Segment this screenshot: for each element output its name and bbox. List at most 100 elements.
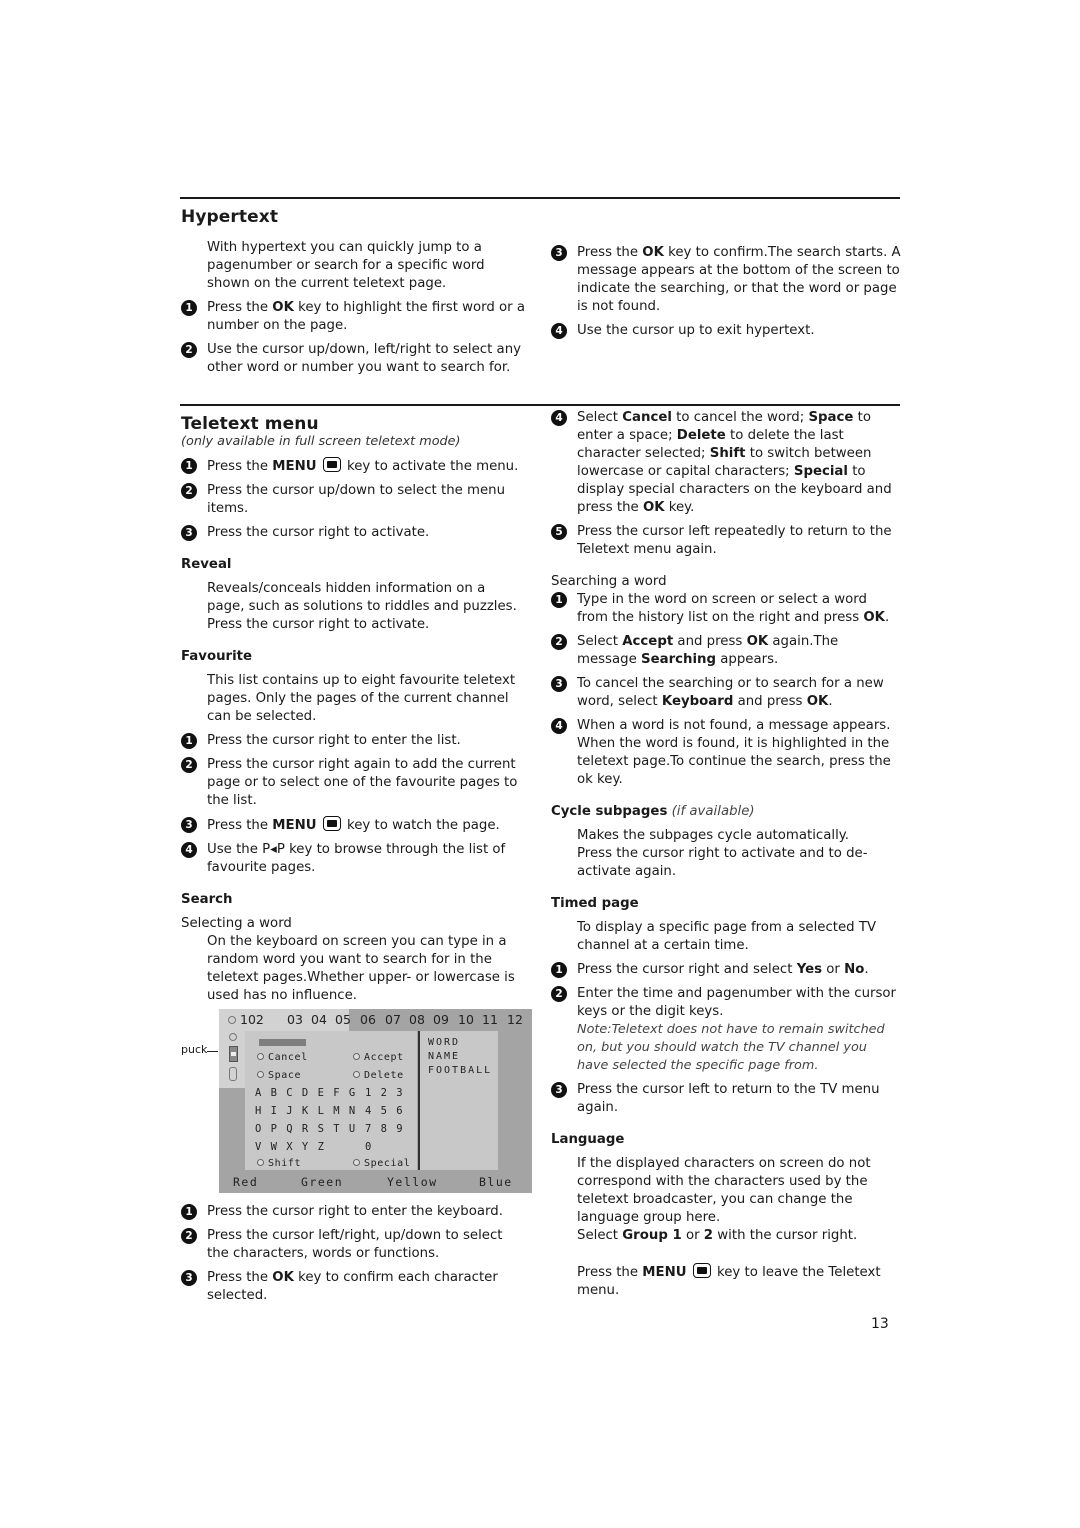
step-item: 2 Select Accept and press OK again.The m… (551, 633, 901, 669)
step-item: 2 Press the cursor right again to add th… (181, 756, 526, 810)
keyboard-row[interactable]: V W X Y Z (255, 1141, 325, 1153)
history-item[interactable]: WORD (428, 1037, 460, 1048)
search-intro: On the keyboard on screen you can type i… (207, 934, 515, 1003)
delete-key[interactable]: Delete (353, 1070, 404, 1081)
manual-page: Hypertext With hypertext you can quickly… (0, 0, 1080, 1528)
menu-key-icon (692, 1263, 711, 1278)
reveal-text-2: Press the cursor right to activate. (207, 617, 430, 632)
step-number-icon: 1 (181, 733, 197, 749)
language-text: If the displayed characters on screen do… (577, 1156, 871, 1225)
radio-icon (257, 1053, 264, 1060)
timed-intro: To display a specific page from a select… (577, 920, 877, 953)
side-icons (229, 1033, 238, 1081)
keyboard-row-digits[interactable]: 0 (365, 1141, 373, 1153)
page-number: 10 (458, 1012, 474, 1027)
step-number-icon: 2 (181, 483, 197, 499)
menu-key-icon (322, 816, 341, 831)
step-number-icon: 1 (181, 300, 197, 316)
space-key[interactable]: Space (257, 1070, 301, 1081)
step-item: 4 Use the cursor up to exit hypertext. (551, 322, 901, 340)
page-bullet-icon (228, 1016, 236, 1024)
page-number: 03 (287, 1012, 303, 1027)
teletext-left-column: (only available in full screen teletext … (181, 433, 526, 1005)
hypertext-intro: With hypertext you can quickly jump to a… (207, 240, 485, 291)
step-number-icon: 3 (181, 525, 197, 541)
radio-icon (353, 1071, 360, 1078)
timed-note: Note:Teletext does not have to remain sw… (577, 1022, 885, 1073)
step-number-icon: 2 (551, 986, 567, 1002)
step-item: 4 When a word is not found, a message ap… (551, 717, 901, 789)
shift-key[interactable]: Shift (257, 1158, 301, 1169)
step-number-icon: 2 (551, 634, 567, 650)
history-list: WORD NAME FOOTBALL (418, 1031, 498, 1170)
puck-label: puck (181, 1043, 208, 1056)
subsection-title-search: Search (181, 892, 233, 907)
step-item: 1 Press the OK key to highlight the firs… (181, 299, 526, 335)
step-item: 3 Press the cursor left to return to the… (551, 1081, 901, 1117)
radio-icon (257, 1159, 264, 1166)
pip-key-icon: P◂P (262, 842, 285, 857)
step-item: 2 Press the cursor up/down to select the… (181, 482, 526, 518)
step-number-icon: 1 (551, 592, 567, 608)
blue-key[interactable]: Blue (479, 1175, 513, 1189)
step-number-icon: 2 (181, 757, 197, 773)
step-item: 1 Press the cursor right to enter the li… (181, 732, 526, 750)
keyboard-row[interactable]: H I J K L M N (255, 1105, 357, 1117)
subsection-title-cycle-subpages: Cycle subpages (if available) (551, 804, 755, 819)
bullet-icon (229, 1033, 237, 1041)
keyboard-row-digits[interactable]: 4 5 6 (365, 1105, 404, 1117)
teletext-subtitle: (only available in full screen teletext … (181, 434, 461, 449)
cycle-text-2: Press the cursor right to activate and t… (577, 846, 868, 879)
step-item: 2 Use the cursor up/down, left/right to … (181, 341, 526, 377)
page-number: 05 (335, 1012, 351, 1027)
keyboard-row-digits[interactable]: 7 8 9 (365, 1123, 404, 1135)
link-icon (229, 1067, 237, 1081)
step-item: 5 Press the cursor left repeatedly to re… (551, 523, 901, 559)
page-number: 06 (360, 1012, 376, 1027)
step-number-icon: 3 (181, 1270, 197, 1286)
page-number: 07 (385, 1012, 401, 1027)
radio-icon (353, 1053, 360, 1060)
step-number-icon: 3 (181, 817, 197, 833)
section-rule (180, 404, 900, 406)
step-number-icon: 4 (551, 410, 567, 426)
page-number-bar: 102 03 04 05 06 07 08 09 10 11 12 (219, 1012, 532, 1030)
accept-key[interactable]: Accept (353, 1052, 404, 1063)
step-item: 2 Enter the time and pagenumber with the… (551, 985, 901, 1021)
section-rule (180, 197, 900, 199)
history-item[interactable]: NAME (428, 1051, 460, 1062)
puck-icon[interactable] (229, 1046, 238, 1062)
page-number: 102 (240, 1012, 264, 1027)
page-number: 11 (482, 1012, 498, 1027)
step-number-icon: 3 (551, 245, 567, 261)
subsection-title-reveal: Reveal (181, 557, 232, 572)
keyboard-row[interactable]: A B C D E F G (255, 1087, 357, 1099)
step-number-icon: 2 (181, 342, 197, 358)
green-key[interactable]: Green (301, 1175, 343, 1189)
word-input-field[interactable] (259, 1039, 306, 1046)
yellow-key[interactable]: Yellow (387, 1175, 438, 1189)
history-item[interactable]: FOOTBALL (428, 1065, 492, 1076)
step-item: 4 Select Cancel to cancel the word; Spac… (551, 409, 901, 517)
special-key[interactable]: Special (353, 1158, 410, 1169)
step-number-icon: 4 (551, 323, 567, 339)
step-item: 3 Press the OK key to confirm.The search… (551, 244, 901, 316)
keyboard-row[interactable]: O P Q R S T U (255, 1123, 357, 1135)
page-number: 12 (507, 1012, 523, 1027)
step-number-icon: 5 (551, 524, 567, 540)
step-item: 4 Use the P◂P key to browse through the … (181, 841, 526, 877)
searching-word-label: Searching a word (551, 574, 667, 589)
cancel-key[interactable]: Cancel (257, 1052, 308, 1063)
step-number-icon: 3 (551, 1082, 567, 1098)
step-item: 3 To cancel the searching or to search f… (551, 675, 901, 711)
hypertext-right-column: 3 Press the OK key to confirm.The search… (551, 244, 901, 340)
step-item: 3 Press the OK key to confirm each chara… (181, 1269, 526, 1305)
reveal-text: Reveals/conceals hidden information on a… (207, 581, 517, 614)
radio-icon (353, 1159, 360, 1166)
red-key[interactable]: Red (233, 1175, 258, 1189)
language-select: Select Group 1 or 2 with the cursor righ… (577, 1228, 858, 1243)
favourite-intro: This list contains up to eight favourite… (207, 673, 516, 724)
page-number: 09 (433, 1012, 449, 1027)
keyboard-row-digits[interactable]: 1 2 3 (365, 1087, 404, 1099)
step-item: 1 Press the cursor right and select Yes … (551, 961, 901, 979)
